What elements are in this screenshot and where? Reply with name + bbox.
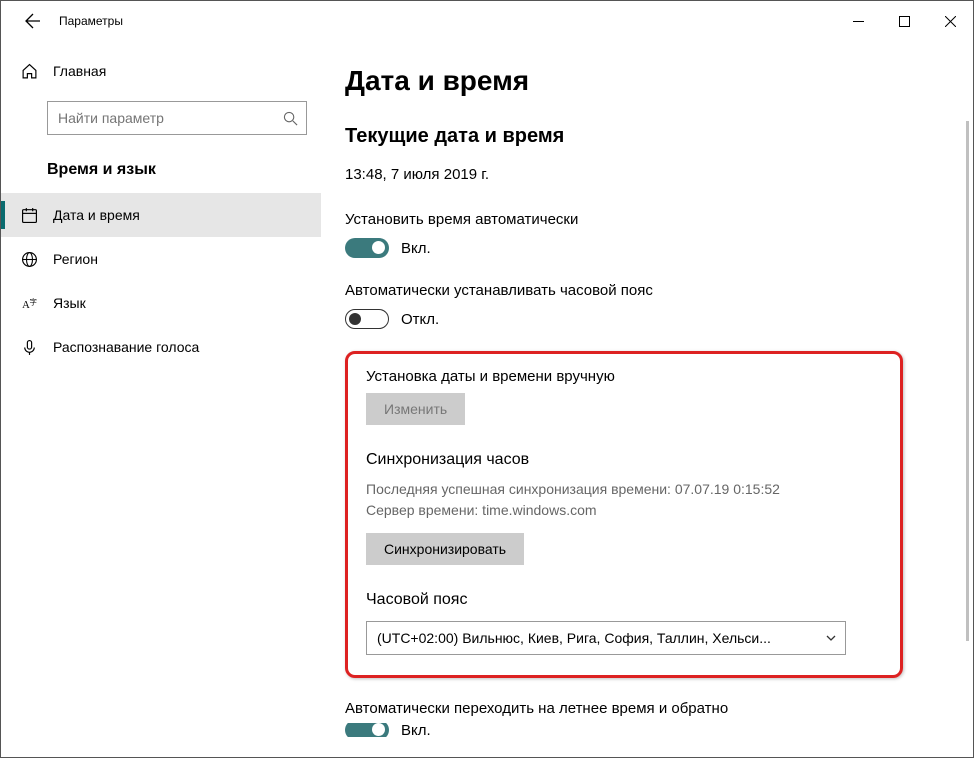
sync-server-line: Сервер времени: time.windows.com: [366, 500, 882, 521]
sidebar-item-region[interactable]: Регион: [1, 237, 321, 281]
current-dt-heading: Текущие дата и время: [345, 125, 949, 148]
tz-title: Часовой пояс: [366, 591, 882, 609]
scrollbar[interactable]: [966, 121, 969, 641]
close-button[interactable]: [927, 1, 973, 41]
auto-tz-label: Автоматически устанавливать часовой пояс: [345, 282, 949, 299]
tz-selected: (UTC+02:00) Вильнюс, Киев, Рига, София, …: [377, 630, 825, 646]
sidebar: Главная Время и язык Дата и время Регион…: [1, 41, 321, 757]
globe-icon: [19, 251, 39, 268]
sidebar-home[interactable]: Главная: [1, 51, 321, 91]
chevron-down-icon: [825, 632, 837, 644]
sidebar-item-language[interactable]: A字 Язык: [1, 281, 321, 325]
auto-tz-toggle[interactable]: [345, 309, 389, 329]
titlebar: Параметры: [1, 1, 973, 41]
auto-time-toggle[interactable]: [345, 238, 389, 258]
maximize-button[interactable]: [881, 1, 927, 41]
search-box[interactable]: [47, 101, 307, 135]
dst-toggle-row: Вкл.: [345, 723, 949, 737]
search-icon: [283, 111, 298, 126]
sync-last-line: Последняя успешная синхронизация времени…: [366, 479, 882, 500]
arrow-left-icon: [25, 13, 41, 29]
window-title: Параметры: [59, 14, 123, 28]
minimize-button[interactable]: [835, 1, 881, 41]
back-button[interactable]: [13, 1, 53, 41]
svg-text:字: 字: [29, 296, 36, 306]
sidebar-item-label: Язык: [53, 295, 86, 311]
sidebar-item-label: Регион: [53, 251, 98, 267]
sidebar-item-datetime[interactable]: Дата и время: [1, 193, 321, 237]
sync-button[interactable]: Синхронизировать: [366, 533, 524, 565]
dst-toggle[interactable]: [345, 723, 389, 737]
dst-state: Вкл.: [401, 723, 431, 737]
highlight-box: Установка даты и времени вручную Изменит…: [345, 351, 903, 678]
page-title: Дата и время: [345, 65, 949, 97]
auto-tz-state: Откл.: [401, 311, 439, 328]
home-icon: [19, 63, 39, 80]
search-input[interactable]: [58, 110, 283, 126]
sync-title: Синхронизация часов: [366, 451, 882, 469]
sidebar-item-speech[interactable]: Распознавание голоса: [1, 325, 321, 369]
auto-time-state: Вкл.: [401, 240, 431, 257]
auto-time-label: Установить время автоматически: [345, 211, 949, 228]
sidebar-category: Время и язык: [1, 143, 321, 193]
sidebar-item-label: Дата и время: [53, 207, 140, 223]
microphone-icon: [19, 339, 39, 356]
main-panel: Дата и время Текущие дата и время 13:48,…: [321, 41, 973, 757]
close-icon: [945, 16, 956, 27]
maximize-icon: [899, 16, 910, 27]
dst-label: Автоматически переходить на летнее время…: [345, 700, 949, 717]
tz-dropdown[interactable]: (UTC+02:00) Вильнюс, Киев, Рига, София, …: [366, 621, 846, 655]
change-button[interactable]: Изменить: [366, 393, 465, 425]
home-label: Главная: [53, 63, 106, 79]
window-controls: [835, 1, 973, 41]
language-icon: A字: [19, 295, 39, 312]
manual-dt-label: Установка даты и времени вручную: [366, 368, 882, 385]
current-dt-value: 13:48, 7 июля 2019 г.: [345, 166, 949, 183]
sidebar-item-label: Распознавание голоса: [53, 339, 199, 355]
minimize-icon: [853, 16, 864, 27]
calendar-icon: [19, 207, 39, 224]
